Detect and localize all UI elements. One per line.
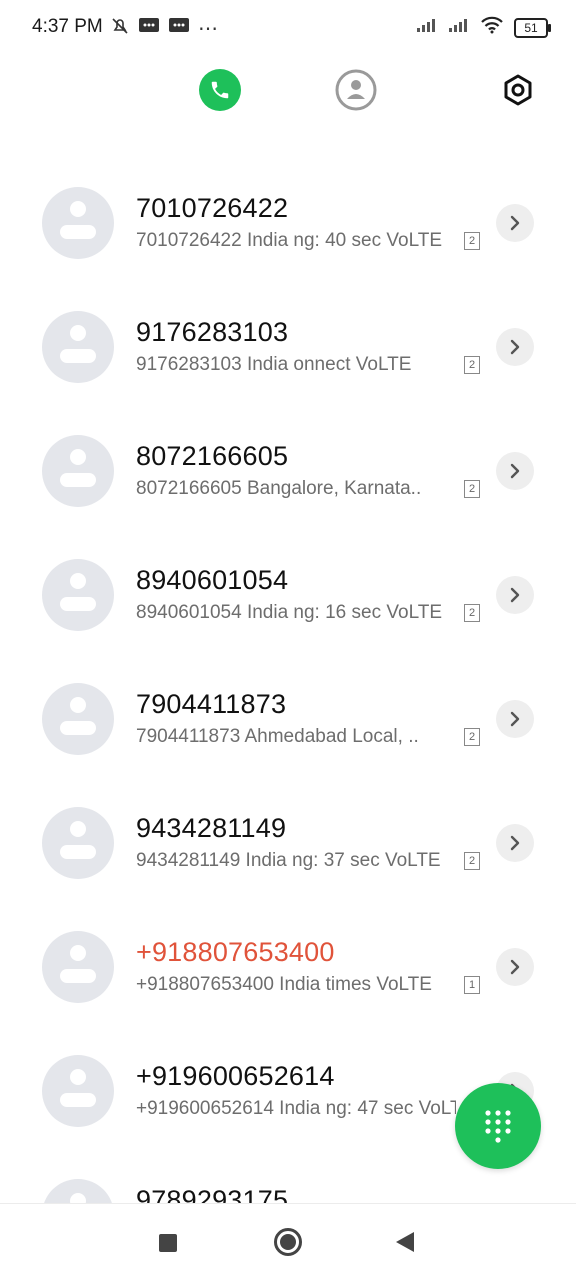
status-bar: 4:37 PM ⋯ 51: [0, 0, 576, 56]
mute-bell-icon: [110, 16, 130, 41]
sim-badge: 2: [464, 480, 480, 498]
wifi-icon: [480, 16, 504, 39]
avatar-icon: [42, 187, 114, 259]
back-triangle-icon[interactable]: [396, 1232, 414, 1252]
avatar-icon: [42, 807, 114, 879]
caller-number: 9176283103: [136, 317, 289, 347]
call-log-row[interactable]: 9434281149 9434281149 India ng: 37 sec Vo…: [0, 780, 576, 904]
chevron-right-icon: [510, 463, 520, 479]
avatar-body: [60, 225, 96, 239]
calls-icon: [199, 69, 241, 111]
tab-calls[interactable]: [198, 68, 242, 112]
avatar-body: [60, 1093, 96, 1107]
sim-badge: 2: [464, 728, 480, 746]
settings-icon: [504, 74, 532, 106]
sim-badge: 2: [464, 852, 480, 870]
dialpad-button[interactable]: [455, 1083, 541, 1169]
signal-icon: [416, 17, 438, 38]
sim-badge: 2: [464, 604, 480, 622]
avatar-icon: [42, 311, 114, 383]
avatar-body: [60, 721, 96, 735]
message-icon: [168, 16, 190, 41]
call-log-row[interactable]: 9176283103 9176283103 India onnect VoLTE 2: [0, 284, 576, 408]
avatar-icon: [42, 931, 114, 1003]
avatar-icon: [42, 435, 114, 507]
call-details: 9176283103 India onnect VoLTE: [136, 354, 412, 375]
message-icon: [138, 16, 160, 41]
caller-number: 8940601054: [136, 565, 289, 595]
call-details-button[interactable]: [496, 328, 534, 366]
avatar-head: [70, 945, 86, 961]
avatar-head: [70, 325, 86, 341]
call-details: 7010726422 India ng: 40 sec VoLTE: [136, 230, 443, 251]
call-details: +919600652614 India ng: 47 sec VoLTE: [136, 1098, 456, 1119]
call-details-button[interactable]: [496, 204, 534, 242]
avatar-head: [70, 697, 86, 713]
avatar-body: [60, 845, 96, 859]
battery-icon: 51: [514, 17, 551, 38]
sim-badge: 2: [464, 232, 480, 250]
notification-icons: ⋯: [110, 16, 219, 41]
home-circle-icon[interactable]: [274, 1228, 302, 1256]
signal-icon: [448, 17, 470, 38]
call-details: 7904411873 Ahmedabad Local, ..: [136, 726, 419, 747]
avatar-head: [70, 1069, 86, 1085]
call-log-row[interactable]: 7904411873 7904411873 Ahmedabad Local, ..…: [0, 656, 576, 780]
avatar-head: [70, 449, 86, 465]
home-dot: [280, 1234, 296, 1250]
call-log-row[interactable]: 7010726422 7010726422 India ng: 40 sec Vo…: [0, 160, 576, 284]
top-nav: [0, 68, 576, 116]
tab-contacts[interactable]: [334, 68, 378, 112]
call-log-row[interactable]: 8940601054 8940601054 India ng: 16 sec Vo…: [0, 532, 576, 656]
avatar-icon: [42, 1055, 114, 1127]
more-dots-icon: ⋯: [198, 18, 219, 40]
chevron-right-icon: [510, 711, 520, 727]
avatar-head: [70, 201, 86, 217]
avatar-body: [60, 473, 96, 487]
avatar-head: [70, 821, 86, 837]
chevron-right-icon: [510, 215, 520, 231]
avatar-body: [60, 349, 96, 363]
sim-badge: 1: [464, 976, 480, 994]
tab-settings[interactable]: [496, 68, 540, 112]
caller-number: 7010726422: [136, 193, 289, 223]
chevron-right-icon: [510, 959, 520, 975]
call-details-button[interactable]: [496, 824, 534, 862]
call-details: 8072166605 Bangalore, Karnata..: [136, 478, 422, 499]
call-details-button[interactable]: [496, 452, 534, 490]
caller-number: +919600652614: [136, 1061, 335, 1091]
sim-badge: 2: [464, 356, 480, 374]
call-log-row[interactable]: 8072166605 8072166605 Bangalore, Karnata.…: [0, 408, 576, 532]
call-log-row[interactable]: +918807653400 +918807653400 India times V…: [0, 904, 576, 1028]
call-details-button[interactable]: [496, 576, 534, 614]
avatar-icon: [42, 559, 114, 631]
chevron-right-icon: [510, 587, 520, 603]
avatar-body: [60, 597, 96, 611]
chevron-right-icon: [510, 835, 520, 851]
recents-square-icon[interactable]: [159, 1234, 177, 1252]
system-nav-bar: [0, 1203, 576, 1281]
caller-number: 8072166605: [136, 441, 289, 471]
call-details: +918807653400 India times VoLTE: [136, 974, 432, 995]
chevron-right-icon: [510, 339, 520, 355]
call-details-button[interactable]: [496, 948, 534, 986]
caller-number: +918807653400: [136, 937, 335, 967]
avatar-icon: [42, 683, 114, 755]
call-details-button[interactable]: [496, 700, 534, 738]
avatar-body: [60, 969, 96, 983]
avatar-head: [70, 573, 86, 589]
system-icons: 51: [416, 16, 551, 39]
contacts-icon: [335, 69, 377, 111]
caller-number: 9434281149: [136, 813, 287, 843]
call-details: 8940601054 India ng: 16 sec VoLTE: [136, 602, 443, 623]
call-details: 9434281149 India ng: 37 sec VoLTE: [136, 850, 441, 871]
dialpad-icon: [485, 1110, 511, 1143]
caller-number: 7904411873: [136, 689, 287, 719]
status-time: 4:37 PM: [32, 16, 103, 37]
